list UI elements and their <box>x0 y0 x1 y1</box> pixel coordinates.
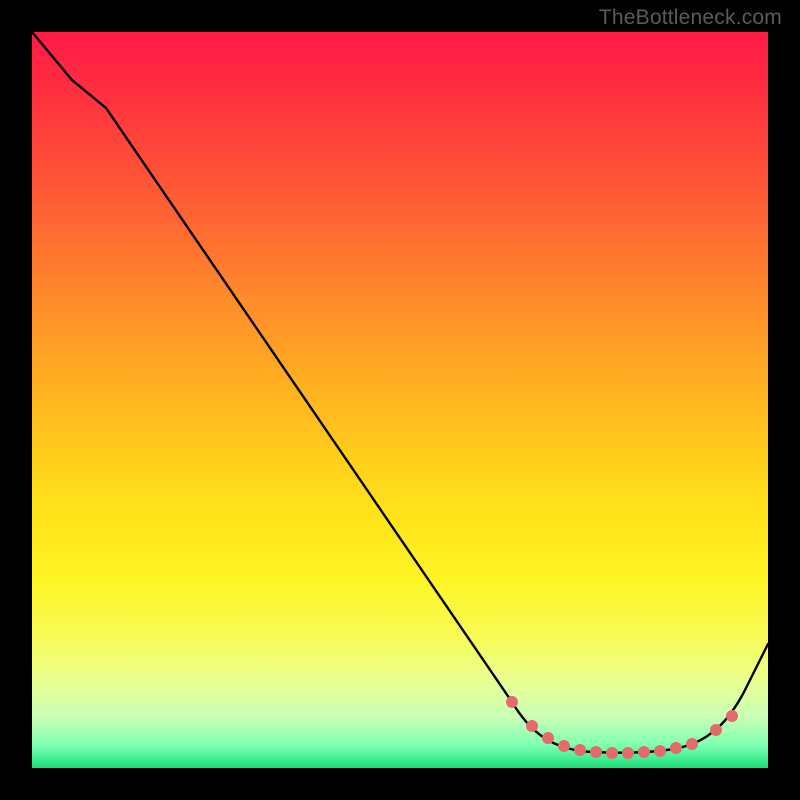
plot-area <box>32 32 768 768</box>
chart-stage: TheBottleneck.com <box>0 0 800 800</box>
branding-text: TheBottleneck.com <box>599 6 782 30</box>
main-curve <box>32 32 768 753</box>
marker-dots <box>506 696 738 759</box>
curve-layer <box>32 32 768 768</box>
